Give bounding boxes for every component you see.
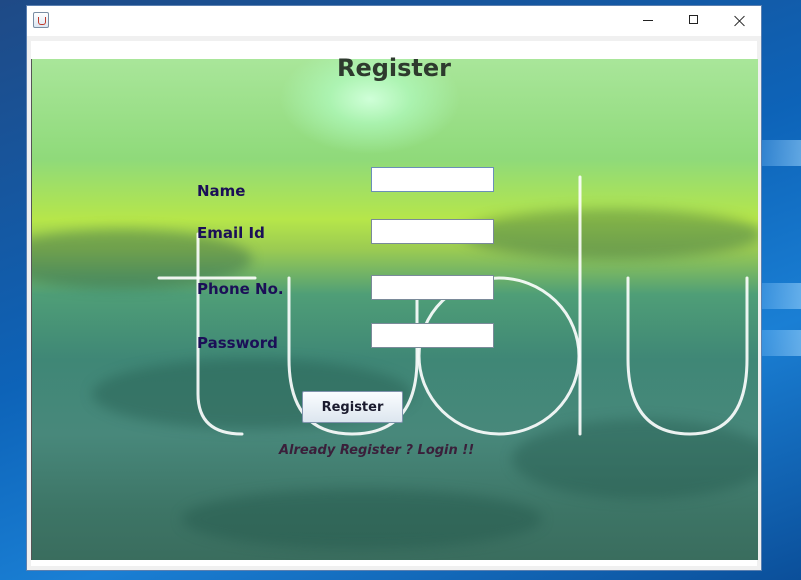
password-field[interactable] xyxy=(371,323,494,348)
app-window: Register Name Email Id Phone No. Passwor… xyxy=(26,5,762,571)
register-button[interactable]: Register xyxy=(302,391,403,423)
phone-field[interactable] xyxy=(371,275,494,300)
name-field[interactable] xyxy=(371,167,494,192)
page-title: Register xyxy=(336,54,452,82)
background-image xyxy=(31,59,758,560)
maximize-icon[interactable] xyxy=(671,6,717,36)
content-pane: Register Name Email Id Phone No. Passwor… xyxy=(31,41,758,566)
name-label: Name xyxy=(197,182,246,200)
tudu-watermark xyxy=(157,175,749,436)
email-label: Email Id xyxy=(197,224,265,242)
phone-label: Phone No. xyxy=(197,280,284,298)
password-label: Password xyxy=(197,334,278,352)
watermark-letter-u2 xyxy=(626,276,749,436)
close-icon[interactable] xyxy=(717,6,763,36)
watermark-letter-d-bowl xyxy=(417,276,581,436)
java-cup-icon xyxy=(33,12,49,28)
login-link[interactable]: Already Register ? Login !! xyxy=(279,443,474,458)
minimize-icon[interactable] xyxy=(625,6,671,36)
title-bar[interactable] xyxy=(27,6,761,36)
email-field[interactable] xyxy=(371,219,494,244)
